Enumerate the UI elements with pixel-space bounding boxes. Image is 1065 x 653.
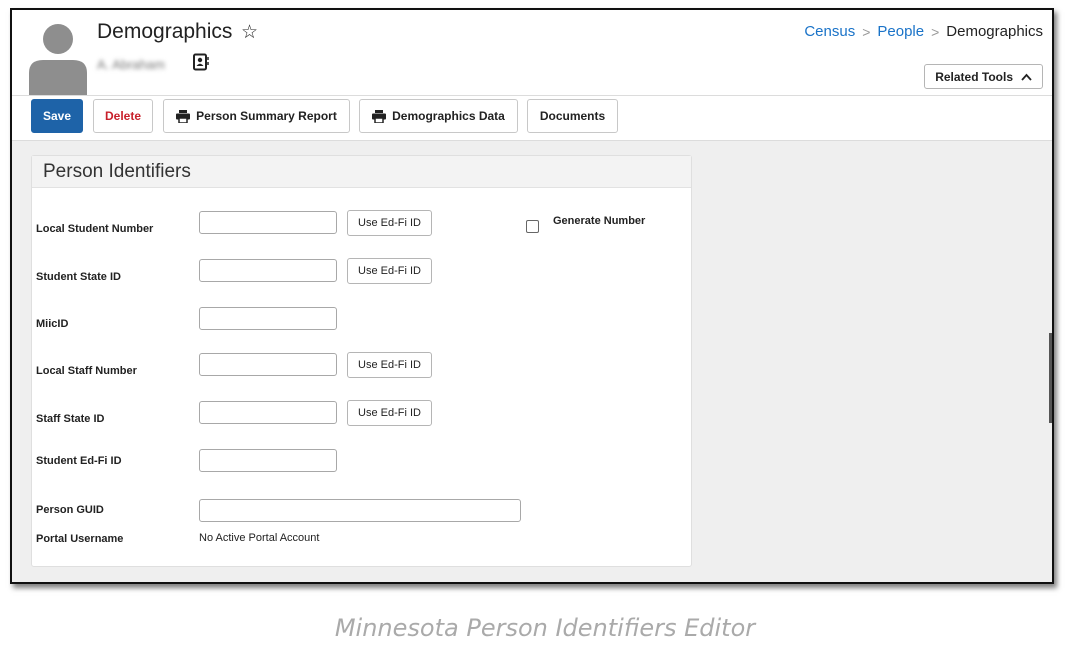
chevron-right-icon: > [931,23,940,40]
scrollbar-thumb[interactable] [1049,333,1052,423]
local-staff-number-input[interactable] [199,353,337,376]
person-name: A. Abraham [97,57,165,72]
related-tools-button[interactable]: Related Tools [924,64,1043,89]
local-staff-number-label: Local Staff Number [36,365,137,377]
chevron-right-icon: > [862,23,871,40]
staff-state-id-input[interactable] [199,401,337,424]
miicid-label: MiicID [36,318,69,330]
generate-number-checkbox[interactable] [526,220,539,233]
demographics-data-label: Demographics Data [392,109,505,123]
breadcrumb-demographics: Demographics [946,23,1043,40]
person-identifiers-panel: Person Identifiers Local Student Number … [31,155,692,567]
save-button[interactable]: Save [31,99,83,133]
action-toolbar: Save Delete Person Summary Report Demogr… [12,96,1052,141]
student-state-id-input[interactable] [199,259,337,282]
person-summary-report-label: Person Summary Report [196,109,337,123]
delete-button[interactable]: Delete [93,99,153,133]
local-student-number-input[interactable] [199,211,337,234]
student-edfi-id-label: Student Ed-Fi ID [36,455,122,467]
use-edfi-id-button-staff-state[interactable]: Use Ed-Fi ID [347,400,432,426]
avatar [29,24,87,95]
staff-state-id-label: Staff State ID [36,413,105,425]
page-header: Demographics ☆ A. Abraham Census > Peopl… [12,10,1052,96]
printer-icon [176,109,191,123]
use-edfi-id-button-student-state[interactable]: Use Ed-Fi ID [347,258,432,284]
student-state-id-label: Student State ID [36,271,121,283]
demographics-data-button[interactable]: Demographics Data [359,99,518,133]
miicid-input[interactable] [199,307,337,330]
breadcrumb-census[interactable]: Census [804,23,855,40]
figure-caption: Minnesota Person Identifiers Editor [334,614,756,642]
related-tools-label: Related Tools [935,69,1013,84]
app-window: Demographics ☆ A. Abraham Census > Peopl… [10,8,1054,584]
page-title: Demographics [97,20,233,43]
person-summary-report-button[interactable]: Person Summary Report [163,99,350,133]
panel-title: Person Identifiers [32,156,691,188]
portal-username-label: Portal Username [36,533,124,545]
local-student-number-label: Local Student Number [36,223,154,235]
star-icon[interactable]: ☆ [241,21,258,44]
contact-card-icon[interactable] [192,53,210,71]
breadcrumb: Census > People > Demographics [804,23,1043,40]
use-edfi-id-button-local-student[interactable]: Use Ed-Fi ID [347,210,432,236]
use-edfi-id-button-local-staff[interactable]: Use Ed-Fi ID [347,352,432,378]
documents-button[interactable]: Documents [527,99,618,133]
generate-number-label: Generate Number [553,215,646,227]
breadcrumb-people[interactable]: People [877,23,924,40]
portal-username-value: No Active Portal Account [199,532,320,544]
printer-icon [372,109,387,123]
person-guid-label: Person GUID [36,504,104,516]
person-guid-input[interactable] [199,499,521,522]
chevron-up-icon [1021,73,1032,81]
student-edfi-id-input[interactable] [199,449,337,472]
